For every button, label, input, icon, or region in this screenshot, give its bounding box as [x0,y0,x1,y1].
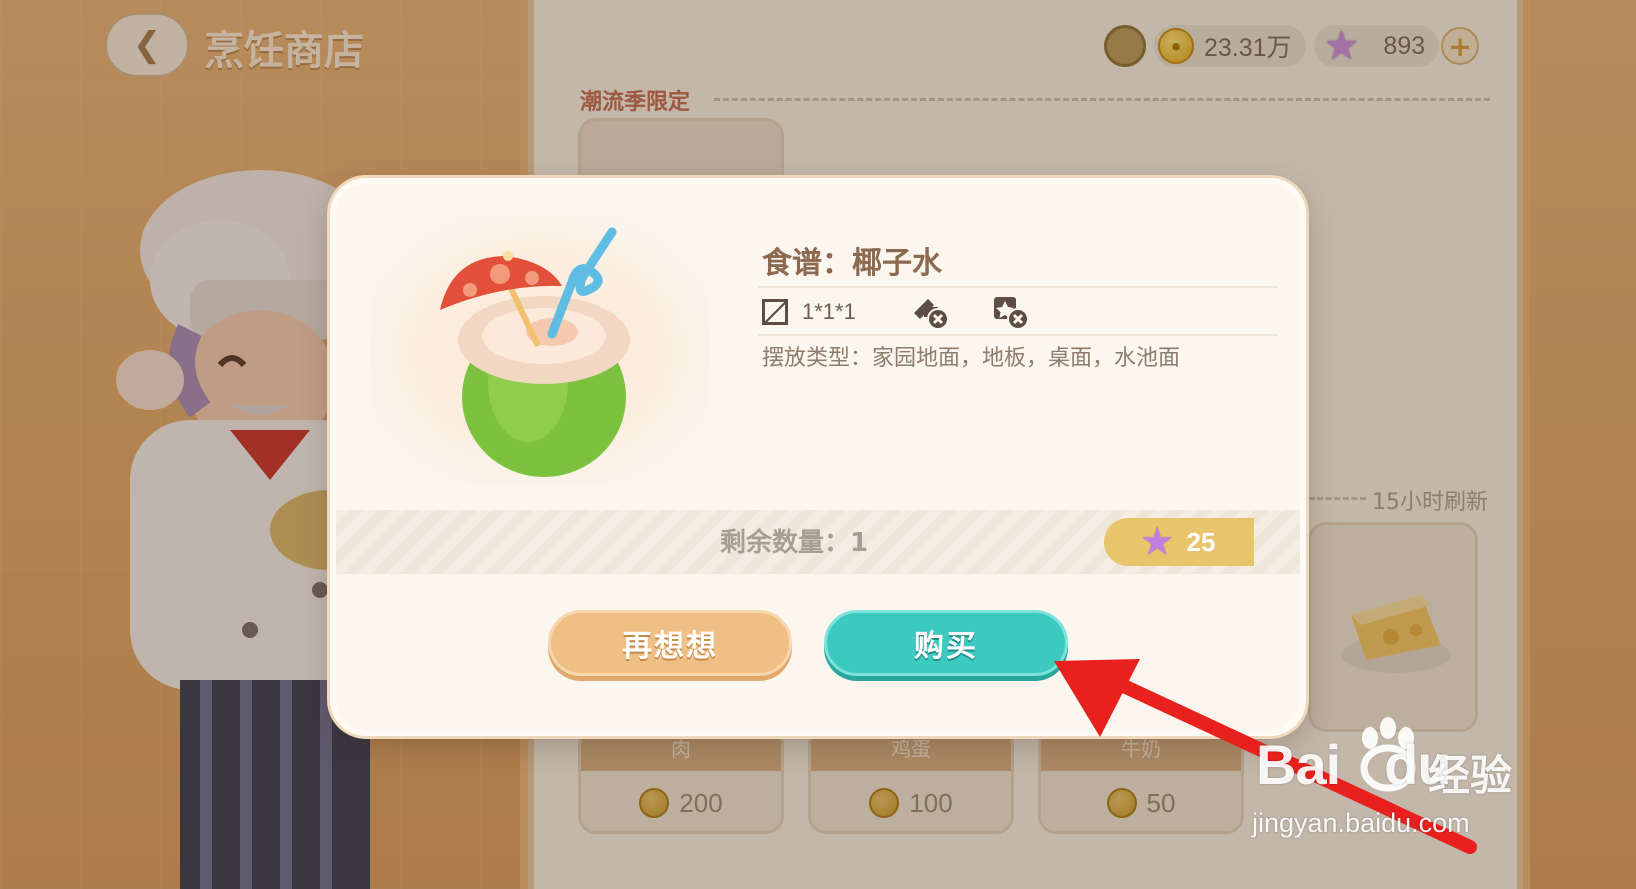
no-giftable-icon [913,299,949,330]
item-attributes: 1*1*1 [762,292,1056,332]
remaining-quantity: 剩余数量：1 [720,528,869,558]
cancel-button[interactable]: 再想想 [548,610,792,676]
recipe-title: 食谱：椰子水 [762,246,942,281]
price-value: 25 [1186,526,1216,557]
purchase-dialog: 食谱：椰子水 1*1*1 摆放类型：家园地面，地板，桌面，水池面 剩余数量：1 … [330,178,1306,736]
price-tag: ★ 25 [1104,518,1254,566]
watermark-logo: Bai du [1256,733,1452,796]
buy-button[interactable]: 购买 [824,610,1068,676]
title-divider [758,286,1278,288]
size-icon [762,299,788,325]
attr-divider [758,334,1278,336]
watermark-jingyan: 经验 [1428,751,1513,800]
item-size: 1*1*1 [802,299,856,324]
watermark-url: jingyan.baidu.com [1252,808,1470,838]
placement-type: 摆放类型：家园地面，地板，桌面，水池面 [762,346,1181,371]
purple-star-icon: ★ [1142,523,1173,561]
coconut-drink-icon [440,227,630,477]
baidu-watermark: Bai du 经验 jingyan.baidu.com [1252,712,1552,842]
no-collectable-icon [993,297,1029,330]
